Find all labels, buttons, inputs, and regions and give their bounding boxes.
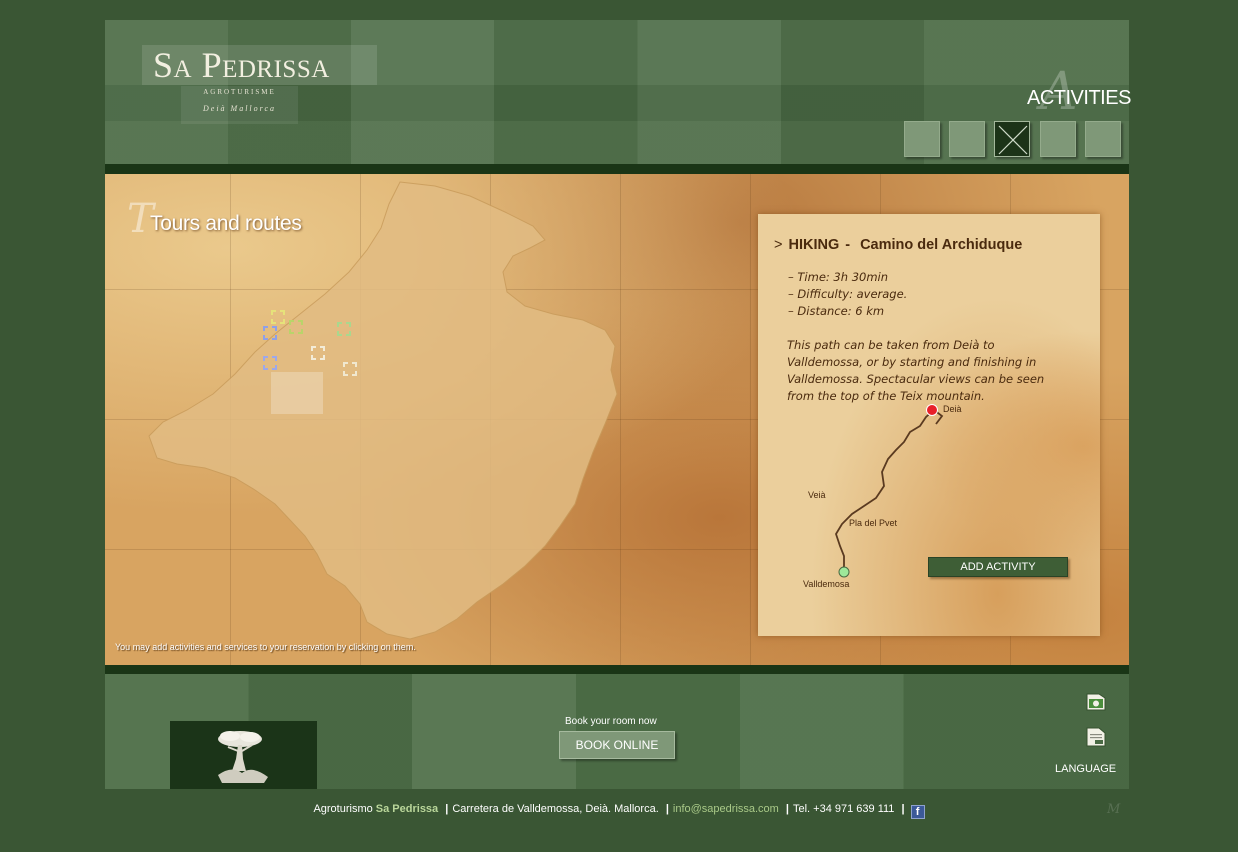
logo-title[interactable]: Sa Pedrissa: [153, 44, 330, 86]
activity-detail-card: > HIKING - Camino del Archiduque – Time: 3h…: [758, 214, 1100, 636]
logo-place: Deià Mallorca: [202, 104, 277, 113]
activity-marker-white[interactable]: [311, 346, 325, 360]
activity-nav-button-1[interactable]: [904, 121, 940, 157]
catalan-language-icon[interactable]: [1085, 690, 1107, 712]
contact-brand: Sa Pedrissa: [375, 803, 439, 815]
activity-marker-lime[interactable]: [289, 320, 303, 334]
contact-separator: |: [901, 803, 905, 815]
activity-nav-button-4[interactable]: [1040, 121, 1076, 157]
tree-logo-panel: [170, 721, 317, 789]
activity-nav-button-3[interactable]: [994, 121, 1030, 157]
map-title: Tours and routes: [150, 212, 302, 235]
footer-divider: [105, 665, 1129, 674]
add-activity-button[interactable]: ADD ACTIVITY: [928, 557, 1068, 577]
route-start-pin: [926, 404, 938, 416]
header-divider: [105, 164, 1129, 174]
map-hint-text: You may add activities and services to y…: [115, 642, 416, 652]
section-title: ACTIVITIES: [1027, 87, 1131, 109]
facebook-icon[interactable]: f: [910, 805, 925, 819]
activity-marker-yellow[interactable]: [271, 310, 285, 324]
contact-separator: |: [445, 803, 449, 815]
contact-bar: Agroturismo Sa Pedrissa | Carretera de Va…: [0, 803, 1238, 819]
activity-nav-button-5[interactable]: [1085, 121, 1121, 157]
book-online-button[interactable]: BOOK ONLINE: [559, 731, 675, 759]
selection-highlight: [271, 372, 323, 414]
german-language-icon[interactable]: [1085, 726, 1107, 748]
corner-watermark: M: [1107, 802, 1121, 817]
route-label-start: Deià: [943, 404, 962, 414]
map-panel: T Tours and routes You may add activitie…: [105, 174, 1129, 665]
route-label-end: Valldemosa: [803, 579, 850, 589]
page-frame: Sa Pedrissa AGROTURISME Deià Mallorca A …: [105, 20, 1131, 789]
activity-marker-blue[interactable]: [263, 326, 277, 340]
activity-nav-button-2[interactable]: [949, 121, 985, 157]
header: Sa Pedrissa AGROTURISME Deià Mallorca A …: [105, 20, 1131, 164]
book-room-label: Book your room now: [565, 716, 657, 727]
close-icon: [998, 125, 1028, 155]
route-end-pin: [838, 566, 850, 578]
activity-marker-cream[interactable]: [343, 362, 357, 376]
logo-subtitle: AGROTURISME: [203, 88, 276, 96]
route-label-veia: Veià: [808, 490, 826, 500]
activity-marker-green[interactable]: [337, 322, 351, 336]
footer: Book your room now BOOK ONLINE LANGUAGE: [105, 674, 1129, 789]
route-label-pla: Pla del Pvet: [849, 518, 898, 528]
contact-separator: |: [665, 803, 669, 815]
activity-marker-lavender[interactable]: [263, 356, 277, 370]
contact-separator: |: [785, 803, 789, 815]
tree-logo-icon: [218, 731, 268, 783]
contact-email-link[interactable]: info@sapedrissa.com: [673, 803, 779, 815]
contact-address: Carretera de Valldemossa, Deià. Mallorca…: [452, 803, 659, 815]
contact-prefix: Agroturismo: [313, 803, 373, 815]
contact-phone: Tel. +34 971 639 111: [792, 803, 895, 815]
language-label: LANGUAGE: [1055, 763, 1117, 775]
